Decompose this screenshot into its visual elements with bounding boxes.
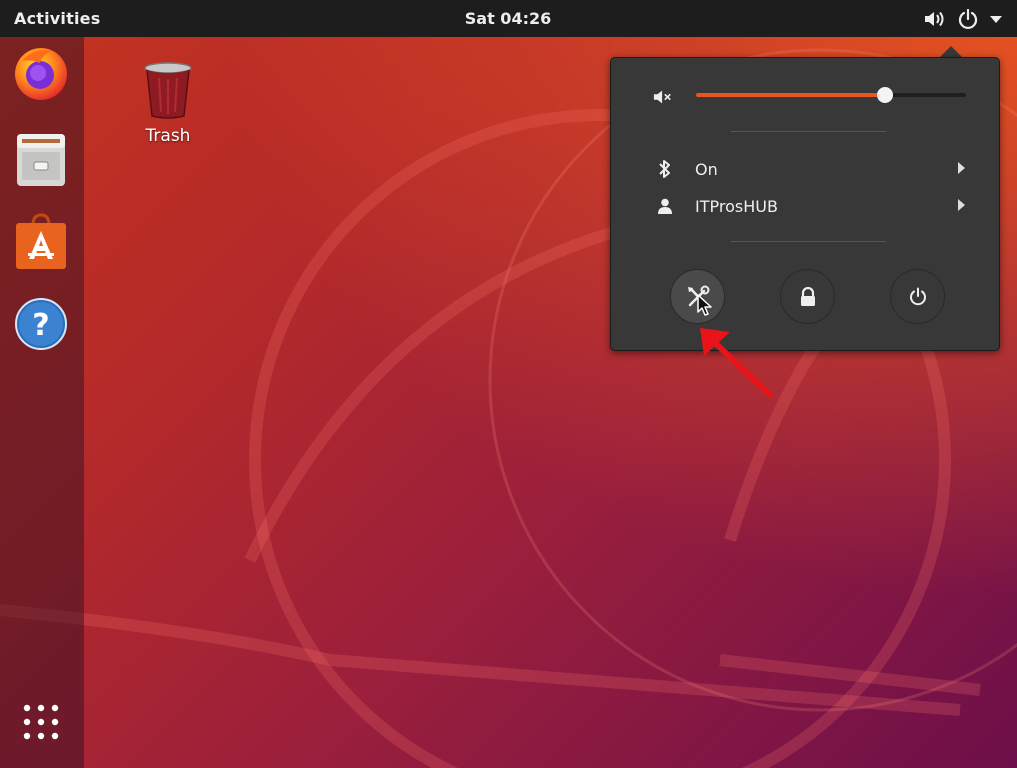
power-off-button[interactable] [890, 269, 945, 324]
user-name: ITProsHUB [695, 197, 778, 216]
desktop: Activities Sat 04:26 ? Trash On ITProsHU… [0, 0, 1017, 768]
show-applications-button[interactable] [11, 692, 71, 752]
dock-item-ubuntu-software[interactable] [11, 212, 71, 272]
dock-item-files[interactable] [11, 130, 71, 190]
bluetooth-status: On [695, 160, 718, 179]
bluetooth-row[interactable]: On [611, 152, 1001, 186]
firefox-icon [15, 48, 67, 100]
svg-text:?: ? [32, 308, 49, 343]
separator [731, 241, 886, 242]
chevron-right-icon [958, 162, 965, 174]
lock-icon [800, 286, 815, 306]
red-arrow-annotation [700, 328, 773, 398]
system-tray[interactable] [923, 6, 1003, 32]
lock-button[interactable] [780, 269, 835, 324]
dock-item-help[interactable]: ? [11, 294, 71, 354]
volume-slider-knob[interactable] [877, 87, 893, 103]
separator [731, 131, 886, 132]
settings-button[interactable] [670, 269, 725, 324]
volume-slider[interactable] [696, 87, 966, 103]
trash-icon [144, 62, 192, 119]
trash-desktop-item[interactable]: Trash [138, 60, 198, 146]
chevron-right-icon [958, 199, 965, 211]
bluetooth-icon [655, 159, 675, 179]
app-grid-icon [23, 704, 59, 740]
volume-slider-fill [696, 93, 885, 97]
dropdown-arrow-icon[interactable] [989, 14, 1003, 24]
system-menu: On ITProsHUB [610, 57, 1000, 351]
software-store-icon [16, 213, 66, 269]
clock[interactable]: Sat 04:26 [0, 9, 1017, 28]
user-row[interactable]: ITProsHUB [611, 189, 1001, 223]
file-cabinet-icon [17, 134, 65, 186]
dock-item-firefox[interactable] [11, 42, 71, 102]
volume-muted-icon[interactable] [653, 87, 673, 107]
help-icon: ? [15, 298, 67, 350]
volume-icon[interactable] [923, 9, 947, 29]
user-icon [655, 196, 675, 216]
dock: ? [0, 37, 84, 768]
trash-label: Trash [145, 126, 191, 146]
power-off-icon [909, 287, 926, 305]
power-icon[interactable] [957, 8, 979, 30]
mouse-cursor-icon [697, 294, 712, 316]
top-bar: Activities Sat 04:26 [0, 0, 1017, 37]
